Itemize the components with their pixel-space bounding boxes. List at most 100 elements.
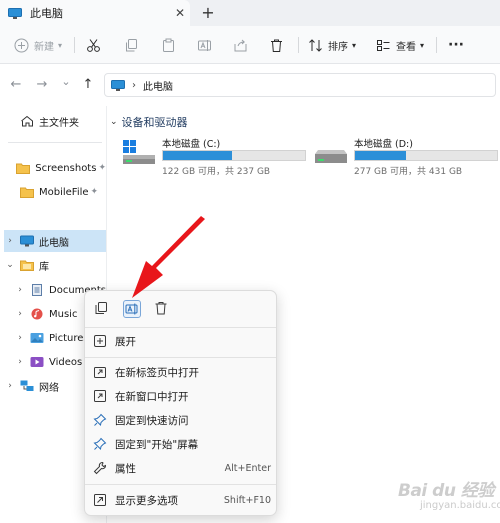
- sidebar-item-label: Music: [49, 308, 78, 320]
- windows-drive-icon: [123, 140, 155, 164]
- context-menu: 展开 在新标签页中打开 在新窗口中打开 固定到快速访问 固定到"开始"屏幕 属性…: [84, 290, 277, 516]
- drive-d[interactable]: 本地磁盘 (D:) 277 GB 可用，共 431 GB: [314, 136, 498, 177]
- new-tab-button[interactable]: +: [198, 3, 218, 23]
- copy-button[interactable]: [124, 35, 139, 55]
- recent-locations-button[interactable]: ⌄: [58, 75, 74, 88]
- copy-button[interactable]: [94, 301, 110, 317]
- menu-item-pin-start[interactable]: 固定到"开始"屏幕: [93, 433, 271, 455]
- menu-item-label: 在新窗口中打开: [115, 390, 189, 403]
- menu-item-properties[interactable]: 属性 Alt+Enter: [93, 457, 271, 479]
- sidebar-item-mobilefile[interactable]: MobileFile ✦: [4, 181, 106, 203]
- breadcrumb-separator: ›: [132, 79, 136, 91]
- sidebar-item-label: 此电脑: [39, 237, 69, 249]
- sidebar-item-label: Screenshots: [35, 162, 97, 174]
- view-list-icon: [377, 39, 390, 51]
- sort-icon: [309, 38, 322, 52]
- menu-item-label: 在新标签页中打开: [115, 366, 199, 379]
- tab-this-pc[interactable]: 此电脑 ✕: [0, 0, 190, 26]
- drive-usage-bar: [162, 150, 306, 161]
- watermark-url: jingyan.baidu.com: [420, 500, 500, 511]
- sidebar-divider: [8, 142, 102, 143]
- baidu-watermark: Bai du 经验 jingyan.baidu.com: [398, 476, 500, 518]
- chevron-right-icon[interactable]: ›: [14, 309, 26, 319]
- up-button[interactable]: ↑: [80, 77, 96, 92]
- open-new-tab-icon: [93, 365, 107, 379]
- drive-free-space: 277 GB 可用，共 431 GB: [354, 167, 463, 177]
- chevron-right-icon[interactable]: ›: [14, 357, 26, 367]
- wrench-icon: [93, 461, 107, 475]
- trash-icon: [271, 39, 282, 52]
- delete-button[interactable]: [269, 35, 284, 55]
- rename-button[interactable]: [197, 35, 212, 55]
- see-more-button[interactable]: ···: [448, 35, 464, 55]
- back-button[interactable]: ←: [8, 77, 24, 92]
- breadcrumb-this-pc[interactable]: 此电脑: [143, 78, 173, 93]
- menu-separator: [85, 357, 276, 358]
- drive-usage-fill: [355, 151, 406, 160]
- sidebar-item-home[interactable]: 主文件夹: [4, 110, 106, 132]
- menu-item-shortcut: Shift+F10: [223, 494, 271, 506]
- drive-name: 本地磁盘 (D:): [354, 139, 413, 150]
- scissors-icon: [87, 38, 100, 52]
- menu-item-open-new-tab[interactable]: 在新标签页中打开: [93, 361, 271, 383]
- menu-item-open-new-window[interactable]: 在新窗口中打开: [93, 385, 271, 407]
- menu-separator: [85, 327, 276, 328]
- computer-icon: [20, 235, 34, 247]
- sidebar-item-screenshots[interactable]: Screenshots ✦: [4, 157, 106, 179]
- view-button[interactable]: 查看 ▾: [376, 35, 424, 55]
- pictures-icon: [30, 333, 44, 343]
- folder-icon: [20, 187, 34, 198]
- delete-button[interactable]: [154, 301, 170, 317]
- drive-name: 本地磁盘 (C:): [162, 139, 221, 150]
- folder-icon: [16, 163, 31, 174]
- menu-item-pin-quick-access[interactable]: 固定到快速访问: [93, 409, 271, 431]
- sidebar-item-label: 库: [39, 261, 49, 273]
- chevron-right-icon[interactable]: ›: [14, 285, 26, 295]
- add-circle-icon: [14, 38, 29, 52]
- address-bar[interactable]: › 此电脑: [104, 73, 496, 97]
- chevron-down-icon[interactable]: ⌄: [4, 260, 16, 270]
- sidebar-item-label: MobileFile: [39, 186, 89, 198]
- menu-separator: [85, 484, 276, 485]
- paste-button[interactable]: [161, 35, 176, 55]
- open-new-window-icon: [93, 389, 107, 403]
- network-icon: [20, 380, 34, 391]
- pin-icon: ✦: [90, 187, 99, 197]
- chevron-right-icon[interactable]: ›: [4, 381, 16, 391]
- sidebar-item-label: 主文件夹: [39, 117, 79, 129]
- document-icon: [32, 284, 42, 296]
- pin-icon: [93, 437, 107, 451]
- new-button[interactable]: 新建 ▾: [14, 35, 62, 55]
- expand-icon: [93, 334, 107, 348]
- chevron-down-icon: ▾: [352, 40, 357, 50]
- copy-icon: [95, 302, 107, 314]
- menu-item-expand[interactable]: 展开: [93, 330, 271, 352]
- cut-button[interactable]: [86, 35, 101, 55]
- share-button[interactable]: [233, 35, 248, 55]
- sidebar-item-this-pc[interactable]: › 此电脑: [4, 230, 106, 252]
- computer-icon: [8, 7, 22, 19]
- chevron-right-icon[interactable]: ›: [14, 333, 26, 343]
- drive-free-space: 122 GB 可用，共 237 GB: [162, 167, 271, 177]
- videos-icon: [30, 357, 44, 367]
- chevron-down-icon: ▾: [420, 40, 425, 50]
- sidebar-item-label: Pictures: [49, 332, 89, 344]
- command-bar: 新建 ▾ 排序 ▾ 查看 ▾ ···: [0, 26, 500, 64]
- chevron-right-icon[interactable]: ›: [4, 236, 16, 246]
- devices-group-header[interactable]: ⌄ 设备和驱动器: [110, 114, 188, 130]
- sort-button[interactable]: 排序 ▾: [308, 35, 356, 55]
- drive-c[interactable]: 本地磁盘 (C:) 122 GB 可用，共 237 GB: [122, 136, 306, 177]
- menu-item-show-more-options[interactable]: 显示更多选项 Shift+F10: [93, 489, 271, 511]
- rename-button[interactable]: [123, 300, 141, 318]
- close-tab-button[interactable]: ✕: [170, 6, 190, 20]
- menu-item-label: 属性: [115, 462, 136, 475]
- tab-title: 此电脑: [30, 7, 63, 20]
- sidebar-item-label: Videos: [49, 356, 83, 368]
- library-folder-icon: [20, 260, 34, 271]
- toolbar-divider: [298, 37, 299, 53]
- chevron-down-icon: ▾: [58, 40, 63, 50]
- title-bar: 此电脑 ✕ +: [0, 0, 500, 26]
- forward-button[interactable]: →: [34, 77, 50, 92]
- sidebar-item-libraries[interactable]: ⌄ 库: [4, 254, 106, 276]
- menu-item-label: 固定到快速访问: [115, 414, 189, 427]
